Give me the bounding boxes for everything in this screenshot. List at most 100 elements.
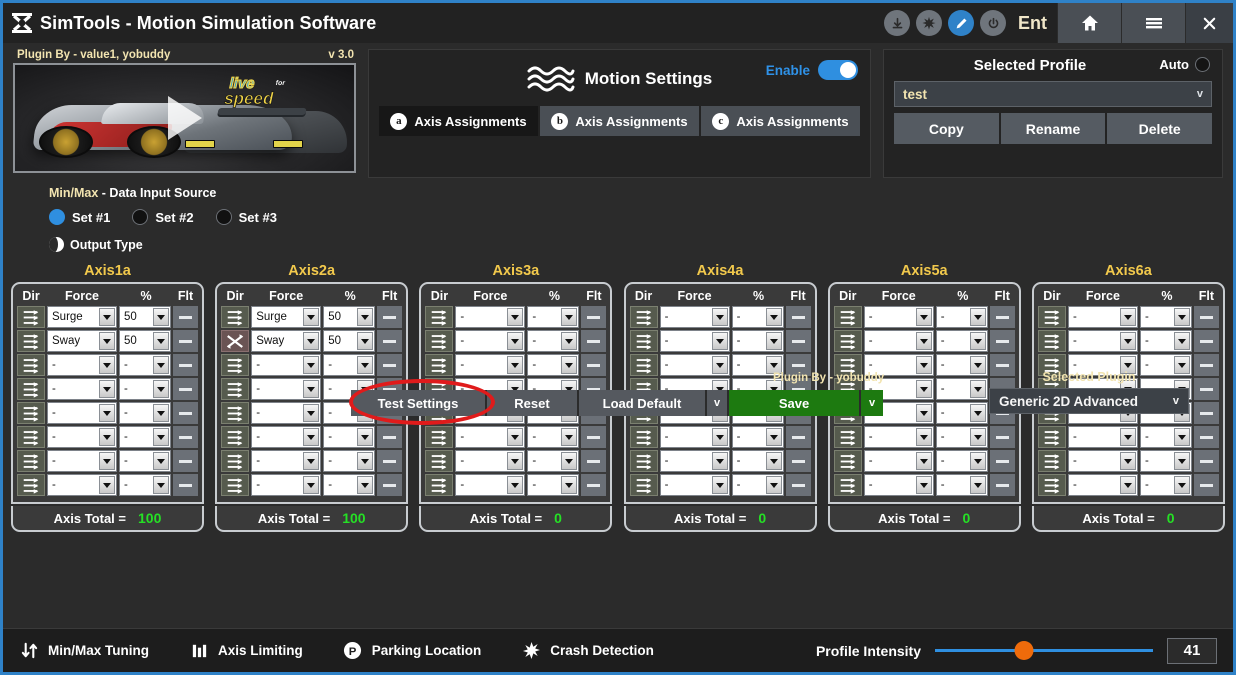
percent-dropdown[interactable]: - (323, 450, 376, 472)
force-dropdown[interactable]: - (863, 426, 934, 448)
percent-dropdown[interactable]: - (1139, 330, 1192, 352)
filter-button[interactable] (581, 306, 607, 328)
reset-button[interactable]: Reset (487, 390, 579, 416)
direction-forward-icon[interactable] (221, 450, 250, 472)
percent-dropdown[interactable]: - (527, 306, 580, 328)
force-dropdown[interactable]: - (1067, 426, 1138, 448)
load-default-chevron-icon[interactable]: v (707, 390, 729, 416)
direction-forward-icon[interactable] (221, 402, 250, 424)
force-dropdown[interactable]: - (455, 474, 526, 496)
auto-toggle-wrap[interactable]: Auto (1159, 57, 1210, 72)
filter-button[interactable] (581, 354, 607, 376)
direction-forward-icon[interactable] (629, 426, 658, 448)
force-dropdown[interactable]: - (251, 426, 322, 448)
percent-dropdown[interactable]: - (119, 474, 171, 496)
close-button[interactable] (1185, 3, 1233, 43)
power-icon[interactable] (980, 10, 1006, 36)
direction-forward-icon[interactable] (17, 354, 45, 376)
force-dropdown[interactable]: - (1067, 474, 1138, 496)
direction-forward-icon[interactable] (833, 306, 862, 328)
force-dropdown[interactable]: - (455, 306, 526, 328)
download-icon[interactable] (884, 10, 910, 36)
percent-dropdown[interactable]: - (731, 474, 784, 496)
percent-dropdown[interactable]: - (323, 354, 376, 376)
filter-button[interactable] (377, 474, 403, 496)
load-default-button[interactable]: Load Default (579, 390, 707, 416)
percent-dropdown[interactable]: - (935, 378, 988, 400)
direction-forward-icon[interactable] (629, 330, 658, 352)
radio-set-3[interactable]: Set #3 (215, 209, 277, 225)
percent-dropdown[interactable]: - (935, 474, 988, 496)
direction-forward-icon[interactable] (1037, 330, 1066, 352)
percent-dropdown[interactable]: - (119, 426, 171, 448)
edit-pencil-icon[interactable] (948, 10, 974, 36)
filter-button[interactable] (581, 474, 607, 496)
parking-location-button[interactable]: P Parking Location (343, 641, 481, 661)
direction-forward-icon[interactable] (833, 426, 862, 448)
direction-forward-icon[interactable] (425, 330, 454, 352)
radio-set-1[interactable]: Set #1 (49, 209, 110, 225)
filter-button[interactable] (1193, 378, 1219, 400)
menu-button[interactable] (1121, 3, 1185, 43)
filter-button[interactable] (581, 450, 607, 472)
filter-button[interactable] (1193, 474, 1219, 496)
direction-forward-icon[interactable] (629, 354, 658, 376)
filter-button[interactable] (173, 474, 198, 496)
filter-button[interactable] (1193, 426, 1219, 448)
direction-forward-icon[interactable] (17, 378, 45, 400)
force-dropdown[interactable]: - (1067, 306, 1138, 328)
save-chevron-icon[interactable]: v (861, 390, 883, 416)
force-dropdown[interactable]: - (1067, 450, 1138, 472)
direction-forward-icon[interactable] (17, 306, 45, 328)
direction-forward-icon[interactable] (629, 450, 658, 472)
percent-dropdown[interactable]: - (935, 306, 988, 328)
slider-thumb[interactable] (1014, 641, 1034, 660)
direction-forward-icon[interactable] (17, 426, 45, 448)
percent-dropdown[interactable]: 50 (119, 330, 171, 352)
delete-profile-button[interactable]: Delete (1107, 113, 1213, 144)
filter-button[interactable] (173, 306, 198, 328)
percent-dropdown[interactable]: 50 (323, 306, 376, 328)
auto-radio[interactable] (1195, 57, 1210, 72)
force-dropdown[interactable]: - (251, 450, 322, 472)
tab-axis-assignments-b[interactable]: b Axis Assignments (540, 106, 701, 136)
enable-toggle[interactable] (818, 60, 858, 80)
tab-axis-assignments-c[interactable]: c Axis Assignments (701, 106, 860, 136)
direction-forward-icon[interactable] (221, 426, 250, 448)
filter-button[interactable] (785, 306, 811, 328)
filter-button[interactable] (785, 450, 811, 472)
force-dropdown[interactable]: - (1067, 330, 1138, 352)
filter-button[interactable] (173, 426, 198, 448)
force-dropdown[interactable]: - (659, 330, 730, 352)
percent-dropdown[interactable]: - (527, 426, 580, 448)
force-dropdown[interactable]: - (47, 354, 117, 376)
force-dropdown[interactable]: - (47, 450, 117, 472)
filter-button[interactable] (377, 354, 403, 376)
force-dropdown[interactable]: - (47, 426, 117, 448)
percent-dropdown[interactable]: - (119, 378, 171, 400)
direction-forward-icon[interactable] (1037, 474, 1066, 496)
filter-button[interactable] (173, 354, 198, 376)
radio-set-2[interactable]: Set #2 (132, 209, 194, 225)
direction-forward-icon[interactable] (629, 474, 658, 496)
filter-button[interactable] (1193, 354, 1219, 376)
profile-intensity-slider[interactable] (935, 641, 1153, 661)
force-dropdown[interactable]: Sway (251, 330, 322, 352)
percent-dropdown[interactable]: 50 (119, 306, 171, 328)
filter-button[interactable] (377, 306, 403, 328)
percent-dropdown[interactable]: - (1139, 306, 1192, 328)
force-dropdown[interactable]: - (659, 306, 730, 328)
percent-dropdown[interactable]: - (935, 402, 988, 424)
filter-button[interactable] (989, 330, 1015, 352)
force-dropdown[interactable]: Sway (47, 330, 117, 352)
direction-forward-icon[interactable] (425, 426, 454, 448)
force-dropdown[interactable]: - (47, 402, 117, 424)
direction-forward-icon[interactable] (833, 450, 862, 472)
force-dropdown[interactable]: - (455, 354, 526, 376)
percent-dropdown[interactable]: - (1139, 450, 1192, 472)
save-button[interactable]: Save (729, 390, 861, 416)
force-dropdown[interactable]: - (863, 306, 934, 328)
force-dropdown[interactable]: - (659, 474, 730, 496)
percent-dropdown[interactable]: - (527, 474, 580, 496)
direction-forward-icon[interactable] (1037, 306, 1066, 328)
